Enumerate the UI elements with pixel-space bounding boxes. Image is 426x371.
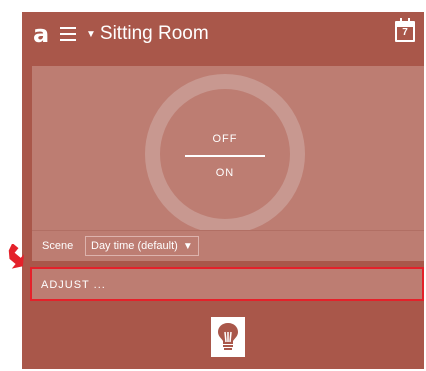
menu-icon[interactable] — [60, 27, 76, 41]
calendar-ring — [408, 18, 410, 23]
power-dial[interactable]: OFF ON — [145, 74, 305, 234]
scene-label: Scene — [42, 240, 74, 252]
scene-value: Day time (default) — [91, 240, 178, 252]
lightbulb-icon — [218, 323, 238, 350]
off-button[interactable]: OFF — [160, 133, 290, 145]
on-button[interactable]: ON — [160, 167, 290, 179]
chevron-down-icon: ▼ — [86, 28, 96, 40]
chevron-down-icon: ▼ — [182, 240, 193, 252]
scene-row: Scene Day time (default) ▼ — [32, 230, 424, 261]
control-panel: OFF ON — [32, 66, 424, 242]
lightbulb-button[interactable] — [211, 317, 245, 357]
room-name: Sitting Room — [99, 23, 209, 44]
adjust-button[interactable]: ADJUST ... — [41, 279, 106, 291]
room-selector[interactable]: ▼ Sitting Room — [86, 20, 209, 48]
arrow-pointer-icon — [8, 244, 24, 269]
header-bar: a ▼ Sitting Room 7 — [22, 12, 424, 60]
calendar-day: 7 — [402, 27, 408, 38]
scene-dropdown[interactable]: Day time (default) ▼ — [85, 236, 199, 256]
calendar-icon[interactable]: 7 — [395, 18, 415, 42]
adjust-row[interactable]: ADJUST ... — [32, 269, 424, 299]
app-logo: a — [33, 20, 50, 48]
calendar-ring — [400, 18, 402, 23]
dial-divider — [185, 155, 265, 157]
